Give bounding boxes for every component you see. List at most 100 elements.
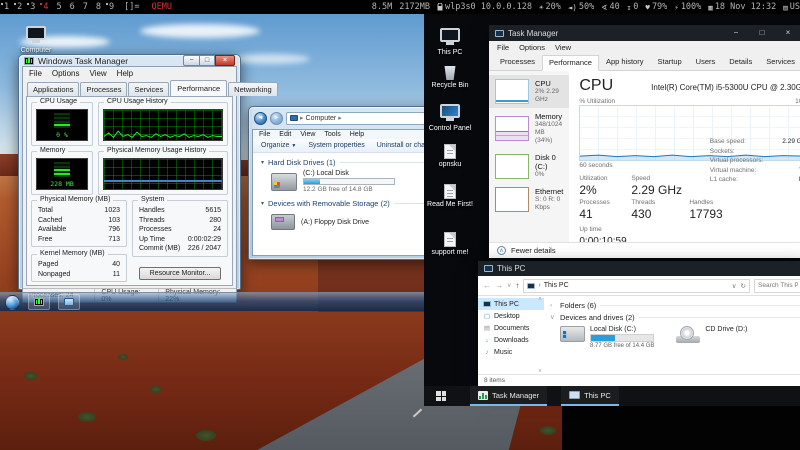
win10-start-button[interactable] [436, 391, 446, 401]
this-pc-icon [483, 301, 491, 307]
maximize-button[interactable]: □ [749, 25, 775, 41]
cd-drive-item[interactable]: CD Drive (D:) [676, 326, 747, 349]
focused-window-title: QEMU [145, 2, 177, 12]
folders-section-header[interactable]: › Folders (6) [550, 299, 800, 311]
win10-desktop-icon-this-pc[interactable]: This PC [426, 28, 474, 57]
menu-file[interactable]: File [29, 69, 42, 78]
up-button[interactable]: ↑ [515, 281, 519, 290]
window-title: Task Manager [508, 29, 558, 38]
menu-file[interactable]: File [259, 131, 270, 138]
dwm-layout-symbol[interactable]: []= [118, 2, 145, 12]
tab-details[interactable]: Details [722, 54, 759, 70]
menu-view[interactable]: View [555, 43, 571, 52]
menu-edit[interactable]: Edit [279, 131, 291, 138]
tab-processes[interactable]: Processes [80, 82, 127, 96]
dwm-tag-3[interactable]: 3 [26, 2, 39, 12]
taskbar-button-task-manager[interactable]: Task Manager [470, 386, 547, 406]
dwm-tag-7[interactable]: 7 [79, 2, 92, 12]
stat-row: Available796 [32, 225, 126, 235]
fewer-details-toggle[interactable]: ∧ Fewer details [489, 242, 800, 258]
system-properties-button[interactable]: System properties [308, 142, 364, 149]
address-field[interactable]: › This PC ∨ ↻ [523, 279, 750, 293]
dwm-tag-2[interactable]: 2 [13, 2, 26, 12]
win10-desktop-icon-support-me[interactable]: support me! [426, 232, 474, 257]
chevron-up-icon: ∧ [497, 246, 506, 255]
nav-scrollbar[interactable]: ∧ ∨ [536, 296, 544, 374]
tab-users[interactable]: Users [689, 54, 723, 70]
menu-help[interactable]: Help [117, 69, 133, 78]
dwm-tag-5[interactable]: 5 [53, 2, 66, 12]
win10-desktop-icon-readme[interactable]: Read Me First! [426, 184, 474, 209]
local-disk-c-item[interactable]: Local Disk (C:) 8.77 GB free of 14.4 GB [560, 326, 654, 349]
desktop-icon-label: support me! [426, 249, 474, 257]
nav-item-music[interactable]: ♪Music [478, 346, 544, 358]
address-dropdown-icon[interactable]: ∨ [732, 282, 737, 290]
nav-item-desktop[interactable]: ▢Desktop [478, 310, 544, 322]
sidebar-item-memory[interactable]: Memory348/1024 MB (34%) [489, 108, 569, 149]
win7-start-button[interactable] [5, 295, 20, 310]
address-bar[interactable]: ▸ Computer ▸ [286, 112, 425, 125]
nav-item-this-pc[interactable]: This PC [478, 298, 544, 310]
dwm-tag-4-selected[interactable]: 4 [39, 2, 52, 12]
drives-section-header[interactable]: ∨ Devices and drives (2) [550, 311, 800, 323]
forward-button[interactable]: → [495, 281, 503, 290]
nav-item-documents[interactable]: ▤Documents [478, 322, 544, 334]
search-input[interactable] [754, 279, 800, 293]
tab-services[interactable]: Services [128, 82, 169, 96]
refresh-icon[interactable]: ↻ [741, 282, 746, 290]
tab-applications[interactable]: Applications [27, 82, 79, 96]
organize-button[interactable]: Organize ▼ [261, 142, 296, 149]
dwm-tag-6[interactable]: 6 [66, 2, 79, 12]
sidebar-item-cpu[interactable]: CPU2% 2.29 GHz [489, 75, 569, 108]
nav-item-downloads[interactable]: ↓Downloads [478, 334, 544, 346]
cpu-history-line [104, 110, 222, 140]
win10-desktop-icon-control-panel[interactable]: Control Panel [426, 104, 474, 133]
breadcrumb[interactable]: Computer [306, 115, 337, 122]
group-title: Kernel Memory (MB) [37, 250, 108, 257]
minimize-button[interactable]: − [723, 25, 749, 41]
menu-view[interactable]: View [300, 131, 315, 138]
win10-explorer-titlebar[interactable]: This PC [478, 261, 800, 276]
floppy-drive-item[interactable]: (A:) Floppy Disk Drive [271, 213, 369, 231]
taskbar-button-task-manager[interactable] [28, 294, 50, 310]
close-button[interactable]: × [215, 55, 235, 66]
taskbar-button-explorer[interactable] [58, 294, 80, 310]
tab-performance[interactable]: Performance [542, 55, 599, 71]
maximize-button[interactable]: □ [199, 55, 215, 66]
win10-desktop-icon-opnsku[interactable]: opnsku [426, 144, 474, 169]
menu-view[interactable]: View [89, 69, 106, 78]
this-pc-icon [527, 283, 535, 289]
forward-button[interactable]: ► [270, 112, 283, 125]
taskbar-button-this-pc[interactable]: This PC [561, 386, 619, 406]
sidebar-item-ethernet[interactable]: EthernetS: 0 R: 0 Kbps [489, 183, 569, 216]
back-button[interactable]: ← [483, 281, 491, 290]
menu-file[interactable]: File [497, 43, 509, 52]
tab-services[interactable]: Services [759, 54, 800, 70]
dwm-tag-9[interactable]: 9 [105, 2, 118, 12]
win10-desktop-icon-recycle-bin[interactable]: Recycle Bin [426, 66, 474, 90]
scroll-down-icon[interactable]: ∨ [536, 368, 544, 374]
drive-capacity: 8.77 GB free of 14.4 GB [590, 343, 654, 349]
win10-taskmgr-titlebar[interactable]: Task Manager − □ × [489, 25, 800, 41]
recent-locations-button[interactable]: ∨ [507, 282, 511, 289]
tab-networking[interactable]: Networking [228, 82, 278, 96]
sidebar-item-disk[interactable]: Disk 0 (C:)0% [489, 149, 569, 183]
tab-performance[interactable]: Performance [170, 80, 227, 96]
breadcrumb[interactable]: This PC [544, 282, 569, 289]
tab-processes[interactable]: Processes [493, 54, 542, 70]
tab-startup[interactable]: Startup [650, 54, 688, 70]
tab-app-history[interactable]: App history [599, 54, 651, 70]
minimize-button[interactable]: − [183, 55, 199, 66]
close-button[interactable]: × [775, 25, 800, 41]
scroll-up-icon[interactable]: ∧ [536, 296, 544, 302]
menu-help[interactable]: Help [350, 131, 364, 138]
menu-tools[interactable]: Tools [324, 131, 340, 138]
resource-monitor-button[interactable]: Resource Monitor... [139, 267, 222, 280]
back-button[interactable]: ◄ [254, 112, 267, 125]
win7-desktop-icon-computer[interactable]: Computer [12, 26, 60, 55]
dwm-tag-1[interactable]: 1 [0, 2, 13, 12]
menu-options[interactable]: Options [52, 69, 80, 78]
dwm-tag-8[interactable]: 8 [92, 2, 105, 12]
win7-taskmgr-titlebar[interactable]: Windows Task Manager − □ × [19, 55, 240, 66]
menu-options[interactable]: Options [519, 43, 545, 52]
